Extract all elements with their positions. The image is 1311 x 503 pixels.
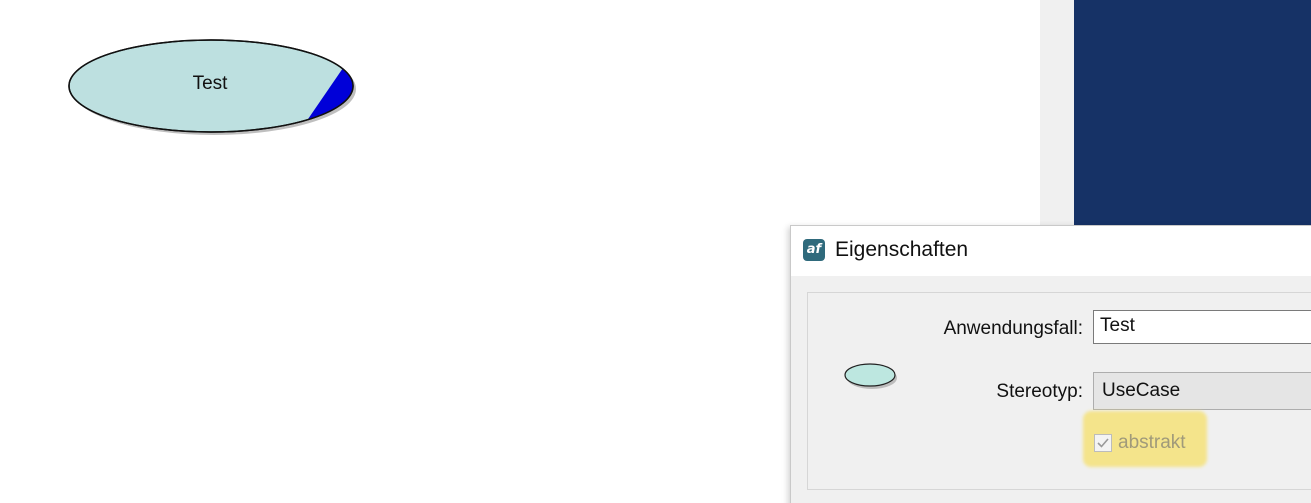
stereotype-label: Stereotyp: [996, 381, 1083, 402]
usecase-name-input[interactable]: Test [1093, 310, 1311, 344]
properties-dialog: af Eigenschaften Anwendungsfall: Test St… [790, 225, 1311, 503]
screen: Test af Eigenschaften Anwendungsfall: Te… [0, 0, 1311, 503]
dialog-titlebar[interactable]: af Eigenschaften [791, 226, 1311, 276]
dialog-title: Eigenschaften [835, 238, 969, 261]
abstract-checkbox[interactable] [1094, 434, 1112, 452]
abstract-label[interactable]: abstrakt [1118, 432, 1186, 454]
stereotype-select[interactable]: UseCase [1093, 372, 1311, 410]
app-logo-icon: af [803, 239, 825, 261]
checkmark-icon [1097, 438, 1109, 448]
usecase-label: Test [192, 73, 228, 94]
usecase-name-label: Anwendungsfall: [943, 318, 1083, 339]
